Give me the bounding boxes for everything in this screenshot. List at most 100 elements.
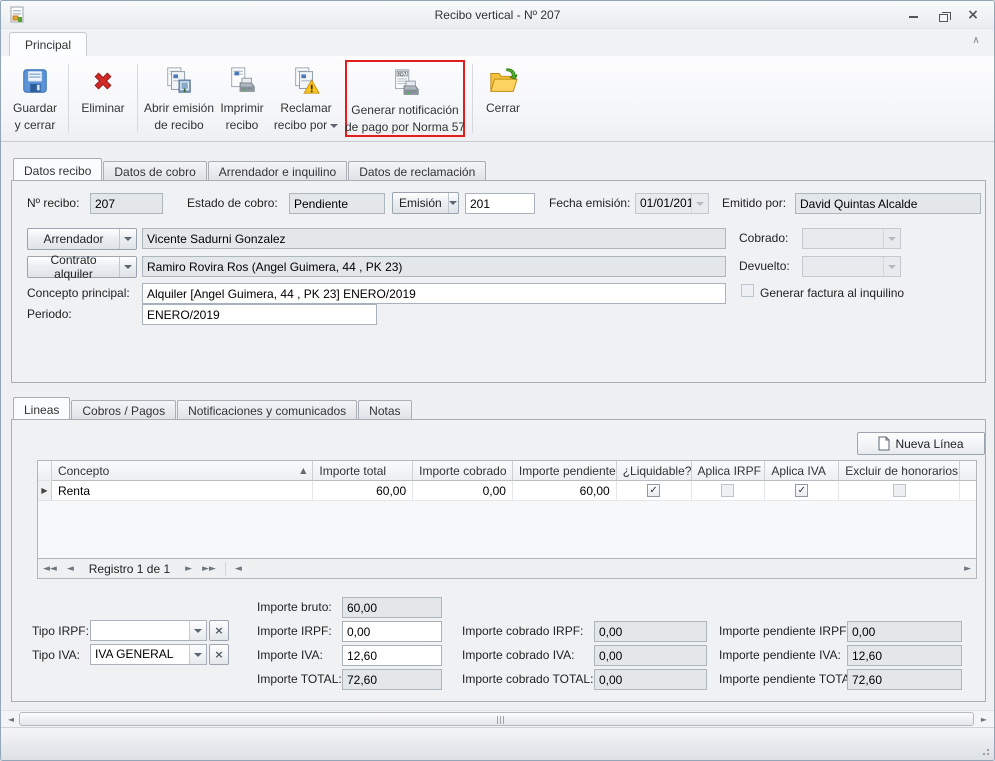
importe-cobrado-irpf-field [594, 621, 707, 642]
guardar-y-cerrar-button[interactable]: Guardar y cerrar [7, 60, 63, 137]
close-button[interactable]: × [962, 7, 984, 23]
importe-bruto-label: Importe bruto: [257, 600, 332, 614]
tab-principal[interactable]: Principal [9, 32, 87, 56]
emision-dropdown-arrow[interactable] [448, 193, 458, 213]
importe-pendiente-total-label: Importe pendiente TOTAL: [719, 672, 860, 686]
reclamar-recibo-button[interactable]: Reclamar recibo por [269, 60, 343, 137]
periodo-field[interactable] [142, 304, 377, 325]
column-header-aplica-iva[interactable]: Aplica IVA [765, 461, 839, 481]
aplica-irpf-checkbox[interactable] [721, 484, 734, 497]
tab-cobros-pagos[interactable]: Cobros / Pagos [71, 400, 176, 419]
tab-datos-de-reclamacion[interactable]: Datos de reclamación [348, 161, 486, 180]
grid-scroll-left-button[interactable]: ◄ [230, 564, 247, 574]
importe-irpf-field[interactable] [342, 621, 442, 642]
first-record-button[interactable]: ◄◄ [38, 564, 62, 574]
generar-factura-label: Generar factura al inquilino [760, 286, 904, 300]
liquidable-checkbox[interactable]: ✓ [647, 484, 660, 497]
tab-notificaciones[interactable]: Notificaciones y comunicados [177, 400, 357, 419]
next-record-button[interactable]: ► [180, 564, 197, 574]
tipo-irpf-clear-button[interactable]: × [209, 620, 229, 641]
arrendador-dropdown-arrow[interactable] [119, 229, 136, 249]
last-record-button[interactable]: ►► [197, 564, 221, 574]
importe-cobrado-iva-field [594, 645, 707, 666]
importe-pendiente-iva-label: Importe pendiente IVA: [719, 648, 841, 662]
scroll-right-arrow[interactable]: ► [977, 713, 991, 726]
restore-button[interactable] [932, 7, 954, 23]
cobrado-combo [802, 228, 901, 249]
importe-pendiente-irpf-label: Importe pendiente IRPF: [719, 624, 850, 638]
fecha-emision-combo: 01/01/2019 [635, 193, 709, 214]
imprimir-recibo-button[interactable]: Imprimir recibo [215, 60, 269, 137]
emitido-por-label: Emitido por: [722, 196, 786, 210]
tab-notas[interactable]: Notas [358, 400, 411, 419]
grid-header-row: Concepto ▲ Importe total Importe cobrado… [38, 461, 976, 481]
concepto-principal-label: Concepto principal: [27, 286, 130, 300]
nueva-linea-button[interactable]: Nueva Línea [857, 432, 985, 455]
tab-lineas[interactable]: Lineas [13, 397, 70, 419]
cell-importe-cobrado[interactable]: 0,00 [413, 481, 513, 501]
column-header-importe-pendiente[interactable]: Importe pendiente [513, 461, 617, 481]
contrato-alquiler-split-button[interactable]: Contrato alquiler [27, 256, 137, 278]
tab-datos-recibo[interactable]: Datos recibo [13, 158, 102, 180]
sort-ascending-icon: ▲ [300, 466, 306, 475]
cell-excluir-honorarios [839, 481, 960, 501]
tipo-irpf-combo[interactable] [90, 620, 207, 641]
cell-concepto[interactable]: Renta [52, 481, 313, 501]
generar-factura-checkbox[interactable] [741, 284, 754, 297]
record-count-label: Registro 1 de 1 [79, 562, 180, 576]
estado-cobro-label: Estado de cobro: [187, 196, 278, 210]
concepto-principal-field[interactable] [142, 283, 726, 304]
toolbar-separator [137, 64, 138, 133]
tipo-iva-clear-button[interactable]: × [209, 644, 229, 665]
norma57-print-icon: N57 [388, 66, 422, 100]
cobrado-label: Cobrado: [739, 231, 788, 245]
scrollbar-grip-icon [497, 716, 506, 724]
tab-arrendador-e-inquilino[interactable]: Arrendador e inquilino [208, 161, 347, 180]
new-document-icon [878, 436, 890, 451]
aplica-iva-checkbox[interactable]: ✓ [795, 484, 808, 497]
contrato-dropdown-arrow[interactable] [119, 257, 136, 277]
close-folder-icon [486, 64, 520, 98]
toolbar-separator [68, 64, 69, 133]
importe-cobrado-total-label: Importe cobrado TOTAL: [462, 672, 593, 686]
minimize-button[interactable] [902, 7, 924, 23]
lineas-tabstrip: Lineas Cobros / Pagos Notificaciones y c… [13, 397, 413, 419]
tipo-iva-dropdown-arrow[interactable] [189, 645, 206, 664]
column-header-importe-cobrado[interactable]: Importe cobrado [413, 461, 513, 481]
row-indicator-icon: ▶ [38, 481, 52, 501]
column-header-importe-total[interactable]: Importe total [313, 461, 413, 481]
cell-importe-total[interactable]: 60,00 [313, 481, 413, 501]
emision-split-button[interactable]: Emisión [392, 192, 459, 214]
column-header-excluir-honorarios[interactable]: Excluir de honorarios [839, 461, 960, 481]
main-content: Datos recibo Datos de cobro Arrendador e… [1, 142, 994, 710]
tipo-iva-combo[interactable]: IVA GENERAL [90, 644, 207, 665]
resize-grip[interactable] [980, 746, 990, 756]
periodo-label: Periodo: [27, 307, 72, 321]
cell-importe-pendiente[interactable]: 60,00 [513, 481, 617, 501]
cerrar-button[interactable]: Cerrar [478, 60, 528, 137]
column-header-concepto[interactable]: Concepto ▲ [52, 461, 313, 481]
abrir-emision-recibo-button[interactable]: Abrir emisión de recibo [143, 60, 215, 137]
tipo-irpf-dropdown-arrow[interactable] [189, 621, 206, 640]
scrollbar-thumb[interactable] [19, 712, 974, 726]
arrendador-split-button[interactable]: Arrendador [27, 228, 137, 250]
importe-iva-field[interactable] [342, 645, 442, 666]
open-emission-icon [162, 64, 196, 98]
eliminar-button[interactable]: Eliminar [74, 60, 132, 137]
tab-datos-de-cobro[interactable]: Datos de cobro [103, 161, 206, 180]
column-header-liquidable[interactable]: ¿Liquidable? [617, 461, 692, 481]
table-row[interactable]: ▶ Renta 60,00 0,00 60,00 ✓ ✓ [38, 481, 976, 501]
generar-notificacion-norma57-button[interactable]: N57 Generar notificación de pago por Nor… [347, 62, 463, 135]
emision-numero-field[interactable] [465, 193, 535, 214]
print-icon [225, 64, 259, 98]
scroll-left-arrow[interactable]: ◄ [4, 713, 18, 726]
grid-scroll-right-button[interactable]: ► [959, 564, 976, 574]
collapse-ribbon-icon[interactable]: ∧ [968, 35, 984, 46]
num-recibo-label: Nº recibo: [27, 196, 79, 210]
toolbar-separator [472, 64, 473, 133]
column-header-aplica-irpf[interactable]: Aplica IRPF [692, 461, 766, 481]
prev-record-button[interactable]: ◄ [62, 564, 79, 574]
estado-cobro-field [289, 193, 385, 214]
grid-indicator-header [38, 461, 52, 481]
excluir-honorarios-checkbox[interactable] [893, 484, 906, 497]
